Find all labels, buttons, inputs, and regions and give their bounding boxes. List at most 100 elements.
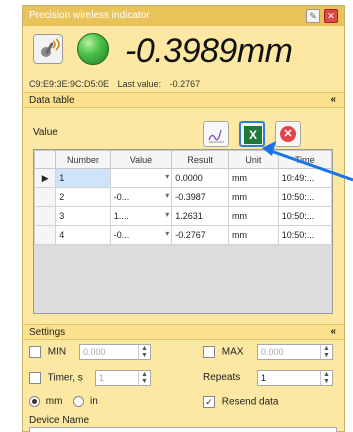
device-name-row: Device Name: [29, 415, 89, 426]
cell-number[interactable]: 4: [55, 225, 111, 245]
probe-icon[interactable]: [33, 34, 63, 64]
title-bar: Precision wireless indicator ✎ ✕: [23, 6, 344, 26]
spinner-arrows-icon[interactable]: ▲ ▼: [320, 345, 332, 359]
cell-result[interactable]: 0.0000: [171, 168, 230, 188]
row-selector-header: [33, 150, 57, 169]
table-row[interactable]: 4 -0... ▾ -0.2767 mm 10:50:...: [33, 225, 333, 245]
pin-icon[interactable]: ✎: [306, 9, 320, 23]
column-header-unit[interactable]: Unit: [228, 150, 279, 169]
table-row[interactable]: 2 -0... ▾ -0.3987 mm 10:50:...: [33, 187, 333, 207]
repeats-label: Repeats: [203, 372, 241, 383]
cancel-icon: ✕: [280, 126, 296, 142]
chevron-down-icon[interactable]: ▾: [165, 191, 169, 200]
value-toolbar: Value X ✕: [23, 113, 344, 147]
settings-title: Settings: [29, 327, 66, 338]
cell-unit[interactable]: mm: [228, 187, 279, 207]
chevron-down-icon[interactable]: ▾: [165, 229, 169, 238]
resend-checkbox[interactable]: ✓: [203, 396, 215, 408]
column-header-number[interactable]: Number: [55, 150, 111, 169]
close-icon[interactable]: ✕: [324, 9, 338, 23]
value-label: Value: [33, 127, 58, 138]
table-row[interactable]: 3 1.... ▾ 1.2631 mm 10:50:...: [33, 206, 333, 226]
cell-value[interactable]: -0... ▾: [109, 187, 173, 207]
chart-button[interactable]: [203, 121, 229, 147]
min-toggle[interactable]: MIN: [29, 346, 66, 358]
last-value: -0.2767: [169, 79, 201, 89]
device-name-label: Device Name: [29, 415, 90, 426]
unit-in-label: in: [90, 396, 98, 408]
cell-value[interactable]: 1.... ▾: [109, 206, 173, 226]
timer-toggle[interactable]: Timer, s: [29, 372, 83, 384]
spinner-arrows-icon[interactable]: ▲ ▼: [138, 345, 150, 359]
excel-export-icon: X: [244, 126, 262, 144]
min-value: 0.000: [83, 347, 106, 357]
cell-unit[interactable]: mm: [228, 206, 279, 226]
max-toggle[interactable]: MAX: [203, 346, 243, 358]
cell-number[interactable]: 1: [55, 168, 111, 188]
cell-time[interactable]: 10:50:...: [277, 225, 333, 245]
collapse-chevron-icon[interactable]: «: [330, 94, 336, 105]
cell-value-text: 1....: [113, 211, 129, 221]
clear-data-button[interactable]: ✕: [275, 121, 301, 147]
table-row[interactable]: ▶ 1 ▾ 0.0000 mm 10:49:...: [33, 168, 333, 188]
data-grid[interactable]: Number Value Result Unit Time ▶ 1 ▾ 0.00…: [33, 149, 333, 314]
excel-export-button[interactable]: X: [239, 121, 265, 147]
indicator-window: Precision wireless indicator ✎ ✕ -0.3989…: [22, 5, 345, 432]
data-table-title: Data table: [29, 95, 75, 106]
resend-toggle[interactable]: ✓ Resend data: [203, 396, 279, 408]
spinner-arrows-icon[interactable]: ▲ ▼: [320, 371, 332, 385]
settings-header[interactable]: Settings «: [23, 324, 344, 340]
unit-selector: mm in: [29, 396, 98, 407]
resend-label: Resend data: [221, 396, 279, 408]
connection-status-led: [77, 33, 109, 65]
min-checkbox[interactable]: [29, 346, 41, 358]
collapse-chevron-icon[interactable]: «: [330, 326, 336, 337]
device-meta: C9:E9:3E:9C:D5:0E Last value: -0.2767: [29, 79, 206, 89]
cell-number[interactable]: 3: [55, 206, 111, 226]
max-spinner[interactable]: 0.000 ▲ ▼: [257, 344, 333, 360]
row-selector: [33, 225, 57, 245]
min-spinner[interactable]: 0.000 ▲ ▼: [79, 344, 151, 360]
column-header-result[interactable]: Result: [171, 150, 230, 169]
row-selector: [33, 187, 57, 207]
data-table-header[interactable]: Data table «: [23, 92, 344, 108]
chart-icon: [208, 129, 224, 143]
column-header-value[interactable]: Value: [109, 150, 173, 169]
cell-time[interactable]: 10:49:...: [277, 168, 333, 188]
data-table: Number Value Result Unit Time ▶ 1 ▾ 0.00…: [33, 150, 333, 245]
timer-label: Timer, s: [47, 372, 83, 384]
spinner-arrows-icon[interactable]: ▲ ▼: [138, 371, 150, 385]
cell-result[interactable]: 1.2631: [171, 206, 230, 226]
repeats-value: 1: [261, 373, 267, 383]
cell-value-text: -0...: [113, 192, 130, 202]
column-header-time[interactable]: Time: [277, 150, 333, 169]
cell-time[interactable]: 10:50:...: [277, 187, 333, 207]
row-pointer-icon: ▶: [33, 168, 57, 188]
max-checkbox[interactable]: [203, 346, 215, 358]
repeats-spinner[interactable]: 1 ▲ ▼: [257, 370, 333, 386]
unit-mm-radio[interactable]: [29, 396, 40, 407]
device-name-input[interactable]: [29, 427, 337, 432]
timer-spinner[interactable]: 1 ▲ ▼: [95, 370, 151, 386]
unit-in-radio[interactable]: [73, 396, 85, 407]
cell-unit[interactable]: mm: [228, 168, 279, 188]
chevron-down-icon[interactable]: ▾: [165, 172, 169, 181]
chevron-down-icon[interactable]: ▾: [165, 210, 169, 219]
cell-value[interactable]: ▾: [109, 168, 173, 188]
table-header-row: Number Value Result Unit Time: [33, 150, 333, 169]
cell-unit[interactable]: mm: [228, 225, 279, 245]
cell-result[interactable]: -0.2767: [171, 225, 230, 245]
row-selector: [33, 206, 57, 226]
measurement-value: -0.3989mm: [125, 32, 293, 70]
device-mac: C9:E9:3E:9C:D5:0E: [29, 79, 110, 89]
timer-checkbox[interactable]: [29, 372, 41, 384]
readout-panel: -0.3989mm: [23, 26, 344, 74]
cell-number[interactable]: 2: [55, 187, 111, 207]
last-value-label: Last value:: [117, 79, 162, 89]
cell-value[interactable]: -0... ▾: [109, 225, 173, 245]
timer-value: 1: [99, 373, 105, 383]
min-label: MIN: [47, 346, 67, 358]
cell-result[interactable]: -0.3987: [171, 187, 230, 207]
cell-time[interactable]: 10:50:...: [277, 206, 333, 226]
max-value: 0.000: [261, 347, 284, 357]
